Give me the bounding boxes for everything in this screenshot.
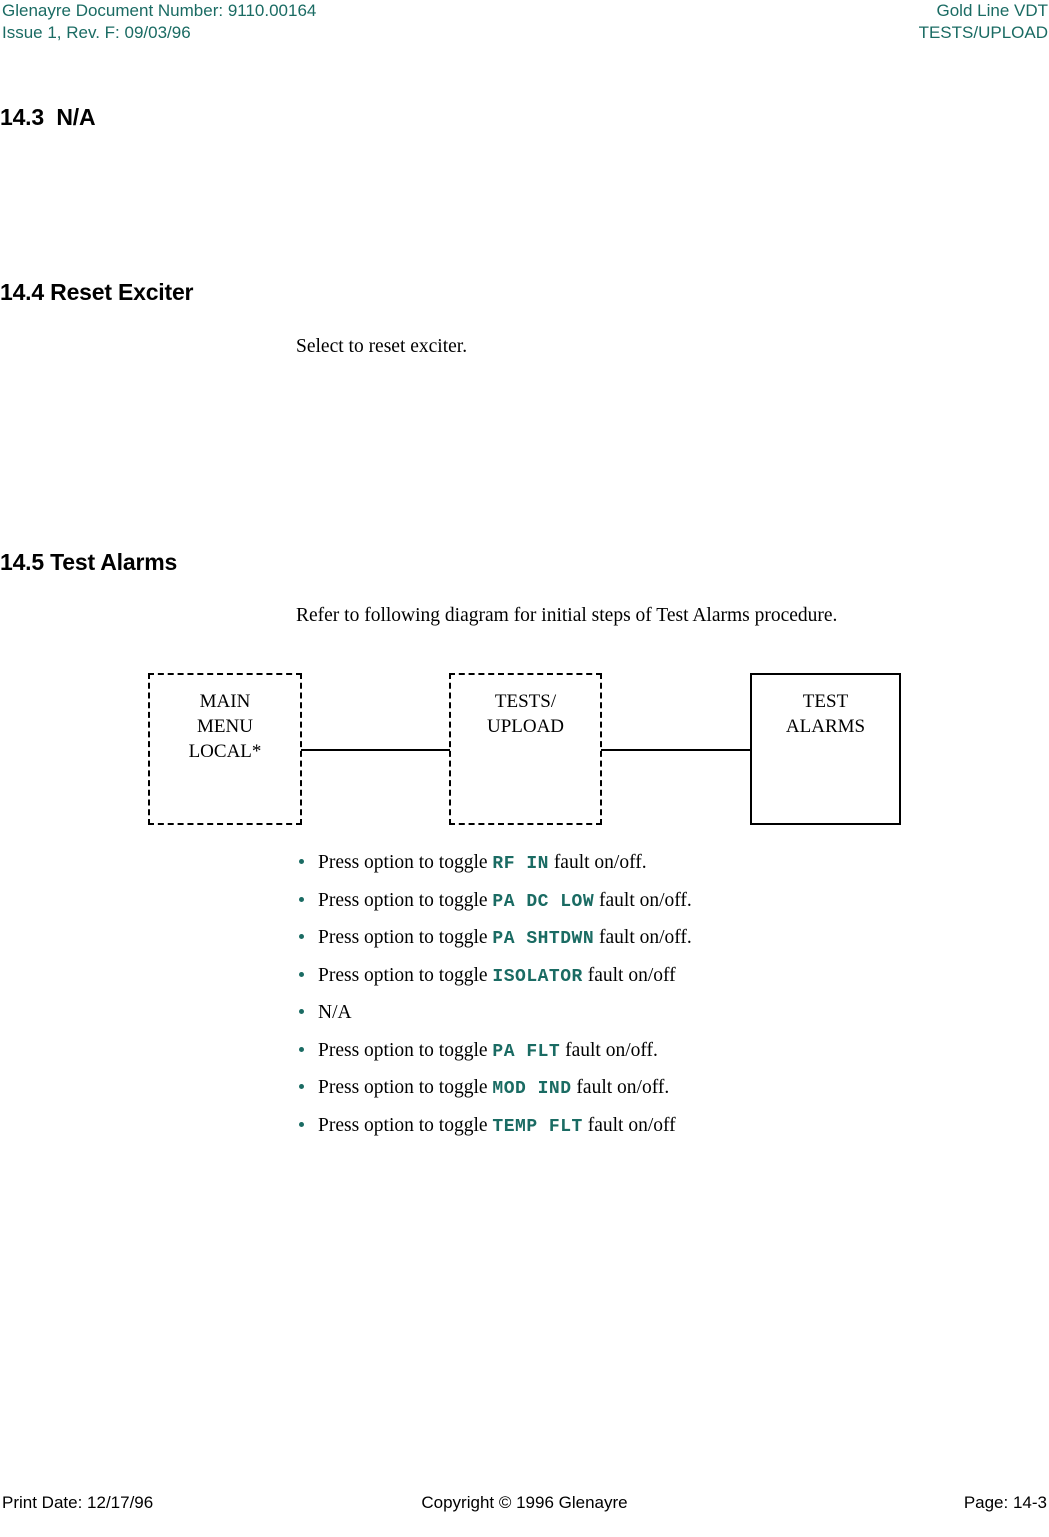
bullet-marker-icon bbox=[299, 896, 304, 902]
header-right-block: Gold Line VDT TESTS/UPLOAD bbox=[919, 0, 1048, 43]
bullet-marker-icon bbox=[299, 1009, 304, 1014]
list-item-text-suffix: fault on/off. bbox=[594, 927, 692, 948]
list-item: Press option to toggle TEMP FLT fault on… bbox=[296, 1113, 996, 1151]
test-alarms-flow-diagram: MAIN MENU LOCAL* TESTS/ UPLOAD TEST ALAR… bbox=[0, 660, 1049, 840]
footer-page-number: Page: 14-3 bbox=[963, 1493, 1047, 1512]
list-item-fault-code: ISOLATOR bbox=[492, 966, 583, 987]
list-item-text-suffix: fault on/off bbox=[582, 1114, 676, 1136]
list-item: N/A bbox=[296, 1000, 996, 1038]
list-item-text-prefix: Press option to toggle bbox=[318, 927, 493, 948]
bullet-marker-icon bbox=[299, 971, 304, 977]
list-item-fault-code: PA SHTDWN bbox=[492, 929, 595, 949]
diagram-box-tests-upload: TESTS/ UPLOAD bbox=[449, 673, 602, 825]
list-item-fault-code: RF IN bbox=[492, 854, 549, 874]
list-item-text-prefix: Press option to toggle bbox=[318, 1114, 493, 1136]
list-item-fault-code: PA FLT bbox=[492, 1041, 561, 1062]
diagram-box-main-menu-label: MAIN MENU LOCAL* bbox=[188, 691, 262, 762]
list-item-text-suffix: fault on/off. bbox=[548, 852, 647, 873]
list-item: Press option to toggle PA SHTDWN fault o… bbox=[296, 925, 996, 963]
list-item-text-suffix: fault on/off. bbox=[594, 889, 692, 911]
list-item: Press option to toggle PA DC LOW fault o… bbox=[296, 888, 996, 926]
test-alarms-option-list: Press option to toggle RF IN fault on/of… bbox=[296, 850, 996, 1150]
bullet-marker-icon bbox=[299, 1046, 304, 1052]
list-item: Press option to toggle ISOLATOR fault on… bbox=[296, 963, 996, 1001]
header-document-number: Glenayre Document Number: 9110.00164 bbox=[2, 1, 317, 20]
diagram-box-main-menu-local: MAIN MENU LOCAL* bbox=[148, 673, 302, 825]
list-item-fault-code: MOD IND bbox=[492, 1079, 572, 1099]
page-header: Glenayre Document Number: 9110.00164 Iss… bbox=[0, 0, 1049, 44]
list-item-fault-code: TEMP FLT bbox=[492, 1116, 583, 1137]
list-item-text-suffix: fault on/off. bbox=[571, 1077, 670, 1098]
bullet-marker-icon bbox=[299, 1121, 304, 1127]
list-item-fault-code: PA DC LOW bbox=[492, 891, 595, 912]
list-item-text-suffix: fault on/off. bbox=[560, 1039, 658, 1061]
bullet-marker-icon bbox=[299, 1084, 304, 1089]
list-item-text-prefix: N/A bbox=[318, 1002, 352, 1023]
diagram-box-test-alarms-label: TEST ALARMS bbox=[785, 691, 866, 737]
list-item-text-prefix: Press option to toggle bbox=[318, 1077, 493, 1098]
document-page: Glenayre Document Number: 9110.00164 Iss… bbox=[0, 0, 1049, 1537]
bullet-marker-icon bbox=[299, 859, 304, 864]
page-footer: Print Date: 12/17/96 Copyright © 1996 Gl… bbox=[0, 1493, 1049, 1523]
list-item-text-suffix: fault on/off bbox=[582, 964, 676, 986]
section-14-5-body-text: Refer to following diagram for initial s… bbox=[296, 604, 838, 626]
header-product-name: Gold Line VDT bbox=[936, 1, 1049, 20]
list-item-text-prefix: Press option to toggle bbox=[318, 964, 493, 986]
list-item: Press option to toggle RF IN fault on/of… bbox=[296, 850, 996, 888]
bullet-marker-icon bbox=[299, 934, 304, 939]
diagram-connector-line-2 bbox=[601, 749, 751, 751]
footer-copyright: Copyright © 1996 Glenayre bbox=[421, 1493, 628, 1512]
list-item-text-prefix: Press option to toggle bbox=[318, 852, 493, 873]
list-item: Press option to toggle PA FLT fault on/o… bbox=[296, 1038, 996, 1076]
diagram-connector-line-1 bbox=[301, 749, 450, 751]
list-item-text-prefix: Press option to toggle bbox=[318, 889, 493, 911]
header-section-name: TESTS/UPLOAD bbox=[918, 22, 1048, 42]
section-heading-14-4: 14.4 Reset Exciter bbox=[0, 279, 194, 306]
section-heading-14-3: 14.3 N/A bbox=[0, 104, 96, 131]
list-item: Press option to toggle MOD IND fault on/… bbox=[296, 1075, 996, 1113]
section-14-4-body-text: Select to reset exciter. bbox=[296, 335, 468, 357]
header-issue-revision: Issue 1, Rev. F: 09/03/96 bbox=[2, 22, 191, 42]
header-left-block: Glenayre Document Number: 9110.00164 Iss… bbox=[2, 0, 316, 43]
list-item-text-prefix: Press option to toggle bbox=[318, 1039, 493, 1061]
diagram-box-test-alarms: TEST ALARMS bbox=[750, 673, 901, 825]
diagram-box-tests-upload-label: TESTS/ UPLOAD bbox=[486, 691, 565, 737]
section-heading-14-5: 14.5 Test Alarms bbox=[0, 549, 178, 576]
